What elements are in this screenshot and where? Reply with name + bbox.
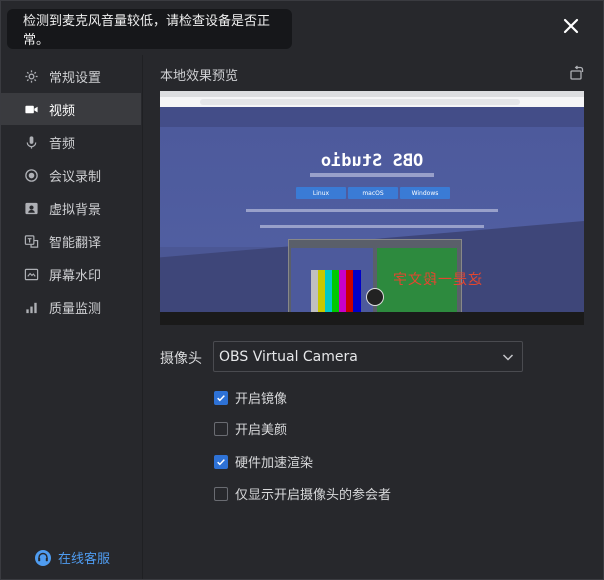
camera-select[interactable]: OBS Virtual Camera bbox=[213, 341, 523, 372]
checkbox-checked-icon[interactable] bbox=[214, 390, 228, 405]
online-support-link[interactable]: 在线客服 bbox=[34, 548, 110, 567]
mirror-checkbox[interactable]: 开启镜像 bbox=[214, 388, 287, 407]
checkbox-label: 仅显示开启摄像头的参会者 bbox=[235, 488, 392, 503]
hero-text-line bbox=[246, 209, 498, 212]
download-macos-button: macOS bbox=[348, 187, 398, 199]
checkbox-label: 开启美颜 bbox=[235, 423, 288, 438]
site-nav bbox=[160, 107, 584, 127]
portrait-icon bbox=[23, 200, 39, 216]
sidebar-item-label: 智能翻译 bbox=[49, 235, 102, 251]
low-mic-volume-toast: 检测到麦克风音量较低，请检查设备是否正常。 bbox=[7, 9, 292, 49]
checkbox-label: 硬件加速渲染 bbox=[235, 456, 314, 471]
download-linux-button: Linux bbox=[296, 187, 346, 199]
watermark-icon bbox=[23, 266, 39, 282]
mirrored-overlay-text: 这是一段文字 bbox=[392, 272, 482, 288]
hardware-acceleration-checkbox[interactable]: 硬件加速渲染 bbox=[214, 452, 313, 471]
checkbox-unchecked-icon[interactable] bbox=[214, 421, 228, 436]
sidebar-item-translation[interactable]: 智能翻译 bbox=[1, 225, 141, 257]
hero-text-line bbox=[260, 225, 484, 228]
sidebar-item-virtual-background[interactable]: 虚拟背景 bbox=[1, 192, 141, 224]
sidebar-item-recording[interactable]: 会议录制 bbox=[1, 159, 141, 191]
obs-studio-heading: OBS Studio bbox=[320, 151, 424, 171]
gear-icon bbox=[23, 68, 39, 84]
sidebar-item-label: 质量监测 bbox=[49, 301, 102, 317]
sidebar-item-label: 虚拟背景 bbox=[49, 202, 102, 218]
sidebar-item-label: 屏幕水印 bbox=[49, 268, 102, 284]
rotate-icon bbox=[570, 65, 584, 80]
download-windows-button: Windows bbox=[400, 187, 450, 199]
preview-title: 本地效果预览 bbox=[160, 69, 239, 84]
headset-icon bbox=[35, 549, 51, 566]
close-button[interactable] bbox=[559, 14, 583, 38]
sidebar-item-label: 视频 bbox=[49, 103, 76, 119]
checkbox-checked-icon[interactable] bbox=[214, 454, 228, 469]
rotate-preview-button[interactable] bbox=[568, 64, 586, 82]
checkbox-label: 开启镜像 bbox=[235, 392, 288, 407]
sidebar-item-watermark[interactable]: 屏幕水印 bbox=[1, 258, 141, 290]
beauty-checkbox[interactable]: 开启美颜 bbox=[214, 419, 287, 438]
sidebar-item-general[interactable]: 常规设置 bbox=[1, 60, 141, 92]
hero-subtitle bbox=[310, 173, 434, 177]
toast-message: 检测到麦克风音量较低，请检查设备是否正常。 bbox=[23, 14, 271, 48]
microphone-icon bbox=[23, 134, 39, 150]
translate-icon bbox=[23, 233, 39, 249]
support-label: 在线客服 bbox=[58, 552, 111, 567]
chevron-down-icon bbox=[502, 354, 514, 361]
record-icon bbox=[23, 167, 39, 183]
sidebar-item-label: 会议录制 bbox=[49, 169, 102, 185]
sidebar-item-label: 音频 bbox=[49, 136, 76, 152]
sidebar-item-label: 常规设置 bbox=[49, 70, 102, 86]
obs-logo-icon bbox=[366, 288, 384, 306]
camera-select-value: OBS Virtual Camera bbox=[219, 348, 358, 365]
sidebar-item-video[interactable]: 视频 bbox=[1, 93, 141, 125]
browser-url-bar bbox=[160, 97, 584, 107]
settings-window: 检测到麦克风音量较低，请检查设备是否正常。 常规设置 视频 音频 会议录制 虚拟… bbox=[0, 0, 604, 580]
video-camera-icon bbox=[23, 101, 39, 117]
only-camera-on-participants-checkbox[interactable]: 仅显示开启摄像头的参会者 bbox=[214, 484, 391, 503]
close-icon bbox=[563, 18, 579, 34]
camera-label: 摄像头 bbox=[160, 351, 202, 367]
color-bars bbox=[311, 270, 361, 316]
checkbox-unchecked-icon[interactable] bbox=[214, 486, 228, 501]
preview-bottom-bar bbox=[160, 312, 584, 325]
sidebar-item-audio[interactable]: 音频 bbox=[1, 126, 141, 158]
sidebar: 常规设置 视频 音频 会议录制 虚拟背景 智能翻译 屏幕水印 质量监测 bbox=[1, 55, 143, 579]
sidebar-item-quality[interactable]: 质量监测 bbox=[1, 291, 141, 323]
signal-bars-icon bbox=[23, 299, 39, 315]
camera-preview: OBS Studio Linux macOS Windows 这是一段文字 bbox=[160, 91, 584, 325]
